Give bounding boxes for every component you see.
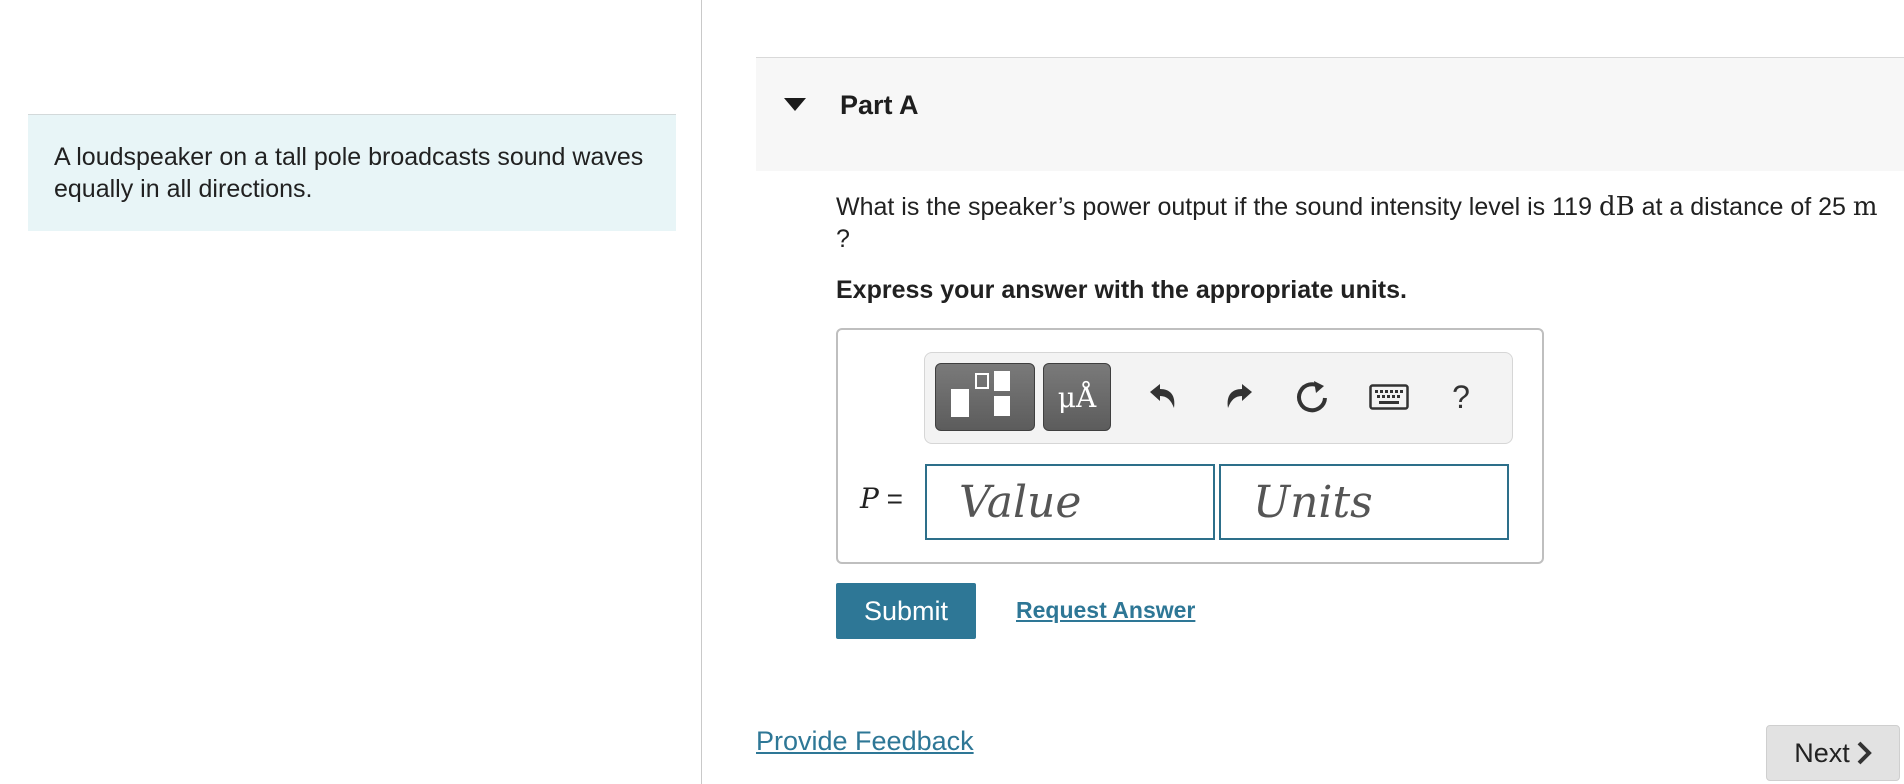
next-button-label: Next	[1794, 737, 1850, 768]
collapse-triangle-icon[interactable]	[784, 98, 806, 111]
submit-button[interactable]: Submit	[836, 583, 976, 639]
help-icon: ?	[1452, 378, 1470, 415]
answer-equals: =	[878, 483, 903, 514]
help-button[interactable]: ?	[1433, 367, 1489, 427]
question-text-before: What is the speaker’s power output if th…	[836, 193, 1599, 221]
reset-button[interactable]	[1285, 367, 1341, 427]
question-text-after: ?	[836, 225, 850, 253]
math-toolbar: μÅ ?	[924, 352, 1513, 444]
reset-icon	[1297, 381, 1327, 413]
problem-intro: A loudspeaker on a tall pole broadcasts …	[28, 114, 676, 231]
templates-button[interactable]	[935, 363, 1035, 431]
part-title: Part A	[840, 90, 919, 120]
question-text-middle: at a distance of	[1634, 193, 1819, 221]
unit-db: dB	[1598, 192, 1635, 222]
redo-icon	[1227, 384, 1252, 408]
keyboard-button[interactable]	[1361, 367, 1417, 427]
part-header[interactable]: Part A	[756, 57, 1904, 171]
answer-box: μÅ ? P = Value Units	[836, 328, 1544, 564]
units-input[interactable]	[1219, 464, 1509, 540]
units-button-label: μÅ	[1057, 381, 1097, 414]
undo-icon	[1150, 384, 1175, 408]
answer-instruction: Express your answer with the appropriate…	[836, 276, 1407, 304]
next-button[interactable]: Next	[1766, 725, 1900, 781]
undo-button[interactable]	[1135, 367, 1191, 427]
units-button[interactable]: μÅ	[1043, 363, 1111, 431]
distance-value: 25	[1818, 193, 1846, 221]
unit-m: m	[1852, 192, 1878, 222]
answer-variable: P	[860, 482, 879, 515]
answer-variable-label: P =	[860, 482, 903, 515]
templates-icon	[951, 371, 1010, 417]
request-answer-link[interactable]: Request Answer	[1016, 597, 1195, 624]
value-input[interactable]	[925, 464, 1215, 540]
keyboard-icon	[1369, 384, 1409, 410]
page: A loudspeaker on a tall pole broadcasts …	[0, 0, 1904, 784]
chevron-right-icon	[1857, 741, 1872, 765]
question-text: What is the speaker’s power output if th…	[836, 191, 1886, 255]
redo-button[interactable]	[1211, 367, 1267, 427]
provide-feedback-link[interactable]: Provide Feedback	[756, 726, 974, 757]
left-panel: A loudspeaker on a tall pole broadcasts …	[0, 0, 702, 784]
problem-intro-text: A loudspeaker on a tall pole broadcasts …	[54, 143, 644, 203]
